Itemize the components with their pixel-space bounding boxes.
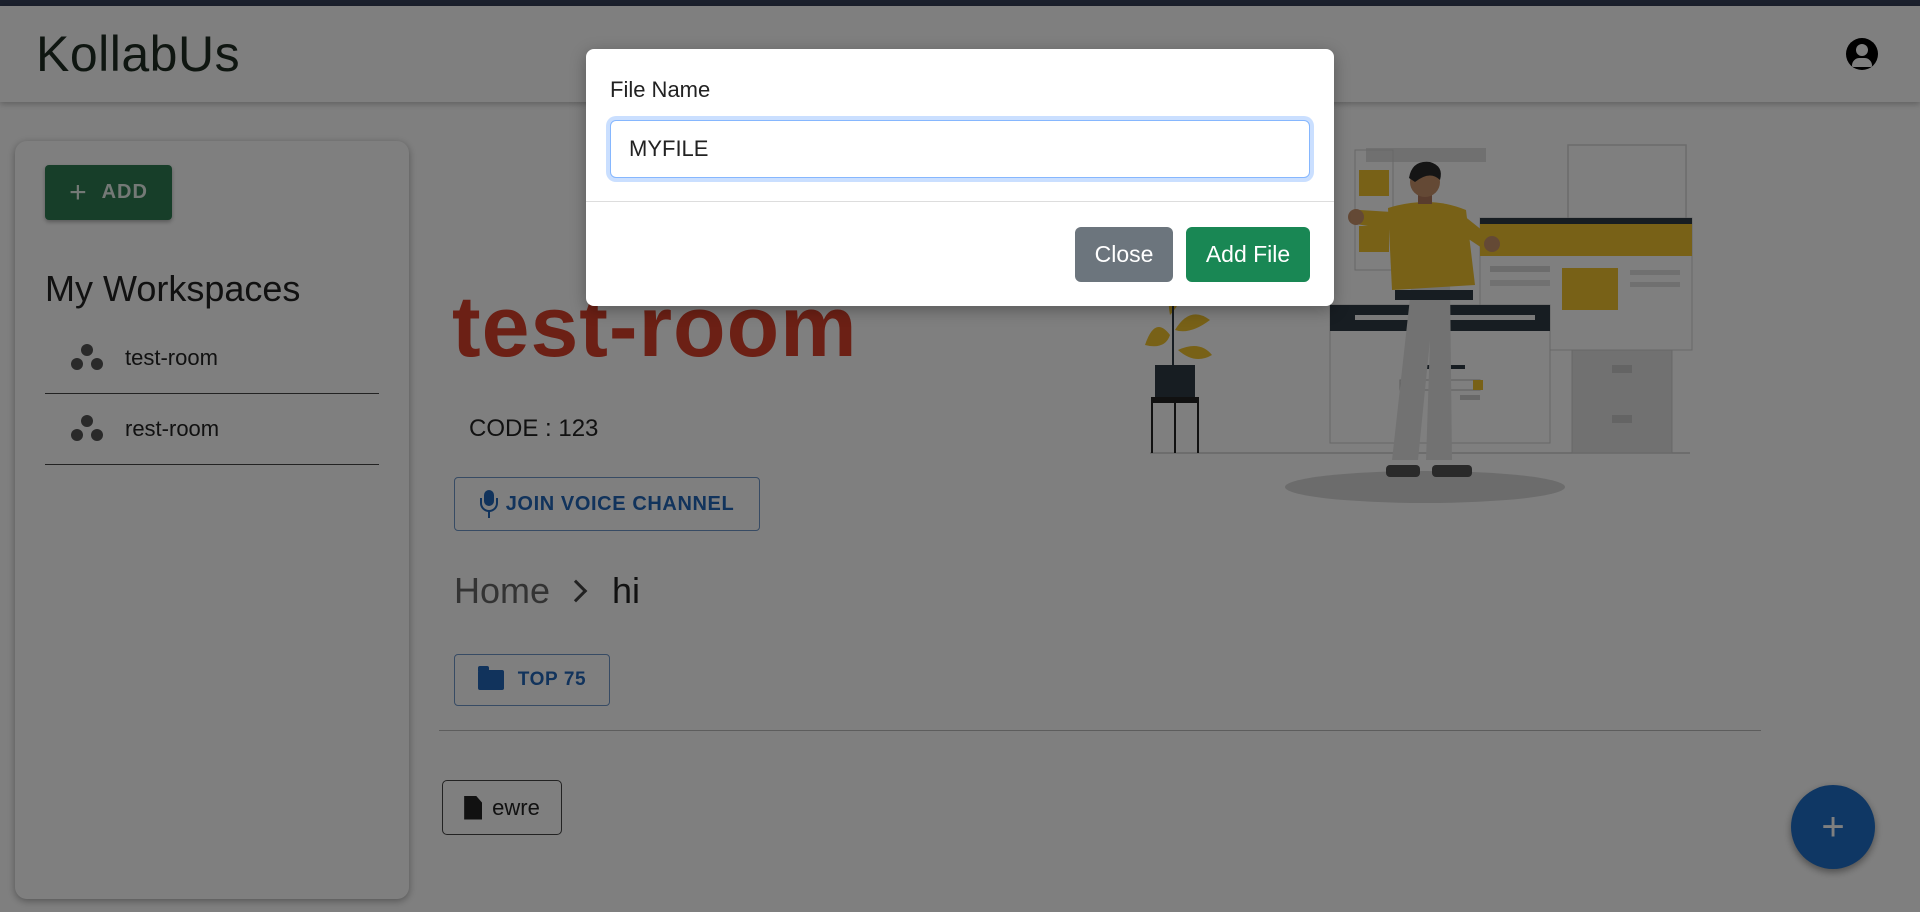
dialog-divider xyxy=(586,201,1334,202)
file-name-input[interactable] xyxy=(610,120,1310,178)
add-file-button[interactable]: Add File xyxy=(1186,227,1310,282)
add-file-dialog: File Name Close Add File xyxy=(586,49,1334,306)
close-button[interactable]: Close xyxy=(1075,227,1173,282)
file-name-label: File Name xyxy=(610,77,711,102)
